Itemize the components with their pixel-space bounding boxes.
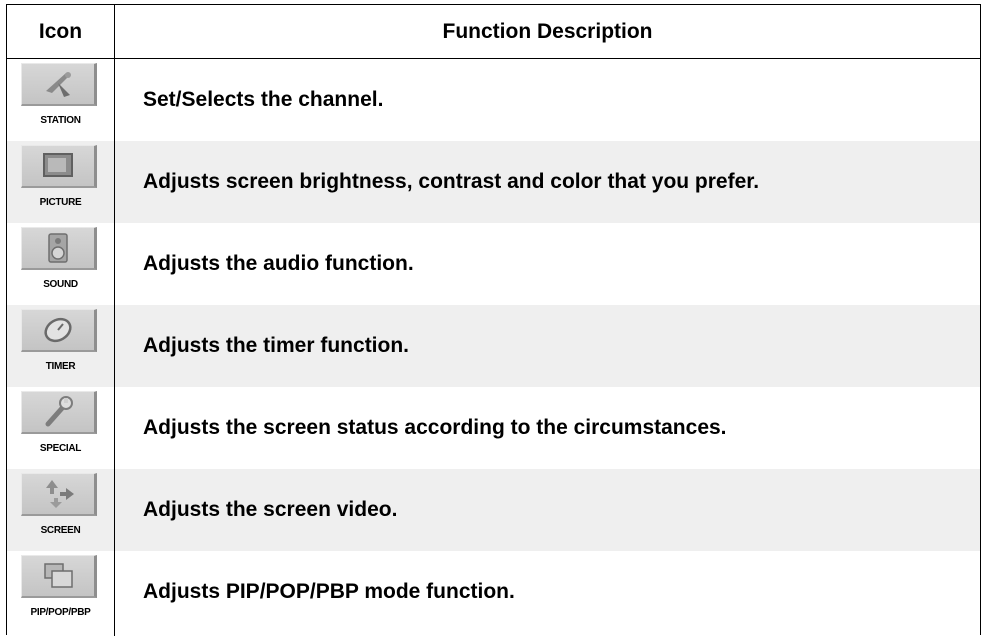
table-row: SCREEN Adjusts the screen video. [7,469,980,551]
monitor-icon [21,145,97,188]
function-description: Adjusts screen brightness, contrast and … [143,170,760,193]
function-description: Adjusts the screen status according to t… [143,416,727,439]
table-row: SOUND Adjusts the audio function. [7,223,980,305]
wrench-icon [21,391,97,434]
satellite-dish-icon [21,63,97,106]
icon-label: SPECIAL [39,443,82,454]
table-row: TIMER Adjusts the timer function. [7,305,980,387]
function-description: Adjusts PIP/POP/PBP mode function. [143,580,515,603]
function-description: Adjusts the timer function. [143,334,410,357]
icon-cell: PIP/POP/PBP [7,551,114,633]
icon-cell: STATION [7,59,114,141]
icon-cell: SCREEN [7,469,114,551]
icon-cell: PICTURE [7,141,114,223]
function-table: Icon Function Description STATION Set/Se… [6,4,981,636]
icon-label: STATION [40,115,81,126]
icon-label: PICTURE [39,197,82,208]
screen-arrows-icon [21,473,97,516]
table-row: PIP/POP/PBP Adjusts PIP/POP/PBP mode fun… [7,551,980,633]
column-divider [114,5,115,636]
icon-cell: TIMER [7,305,114,387]
function-description: Set/Selects the channel. [143,88,384,111]
function-description: Adjusts the screen video. [143,498,398,521]
icon-label: TIMER [45,361,76,372]
table-header: Icon Function Description [7,5,980,59]
timer-icon [21,309,97,352]
icon-cell: SPECIAL [7,387,114,469]
table-row: SPECIAL Adjusts the screen status accord… [7,387,980,469]
pip-windows-icon [21,555,97,598]
speaker-icon [21,227,97,270]
description-column-header: Function Description [442,20,653,43]
table-row: PICTURE Adjusts screen brightness, contr… [7,141,980,223]
function-description: Adjusts the audio function. [143,252,414,275]
icon-cell: SOUND [7,223,114,305]
icon-column-header: Icon [38,20,83,43]
icon-label: PIP/POP/PBP [30,607,91,618]
icon-label: SCREEN [40,525,81,536]
table-row: STATION Set/Selects the channel. [7,59,980,141]
icon-label: SOUND [43,279,78,290]
